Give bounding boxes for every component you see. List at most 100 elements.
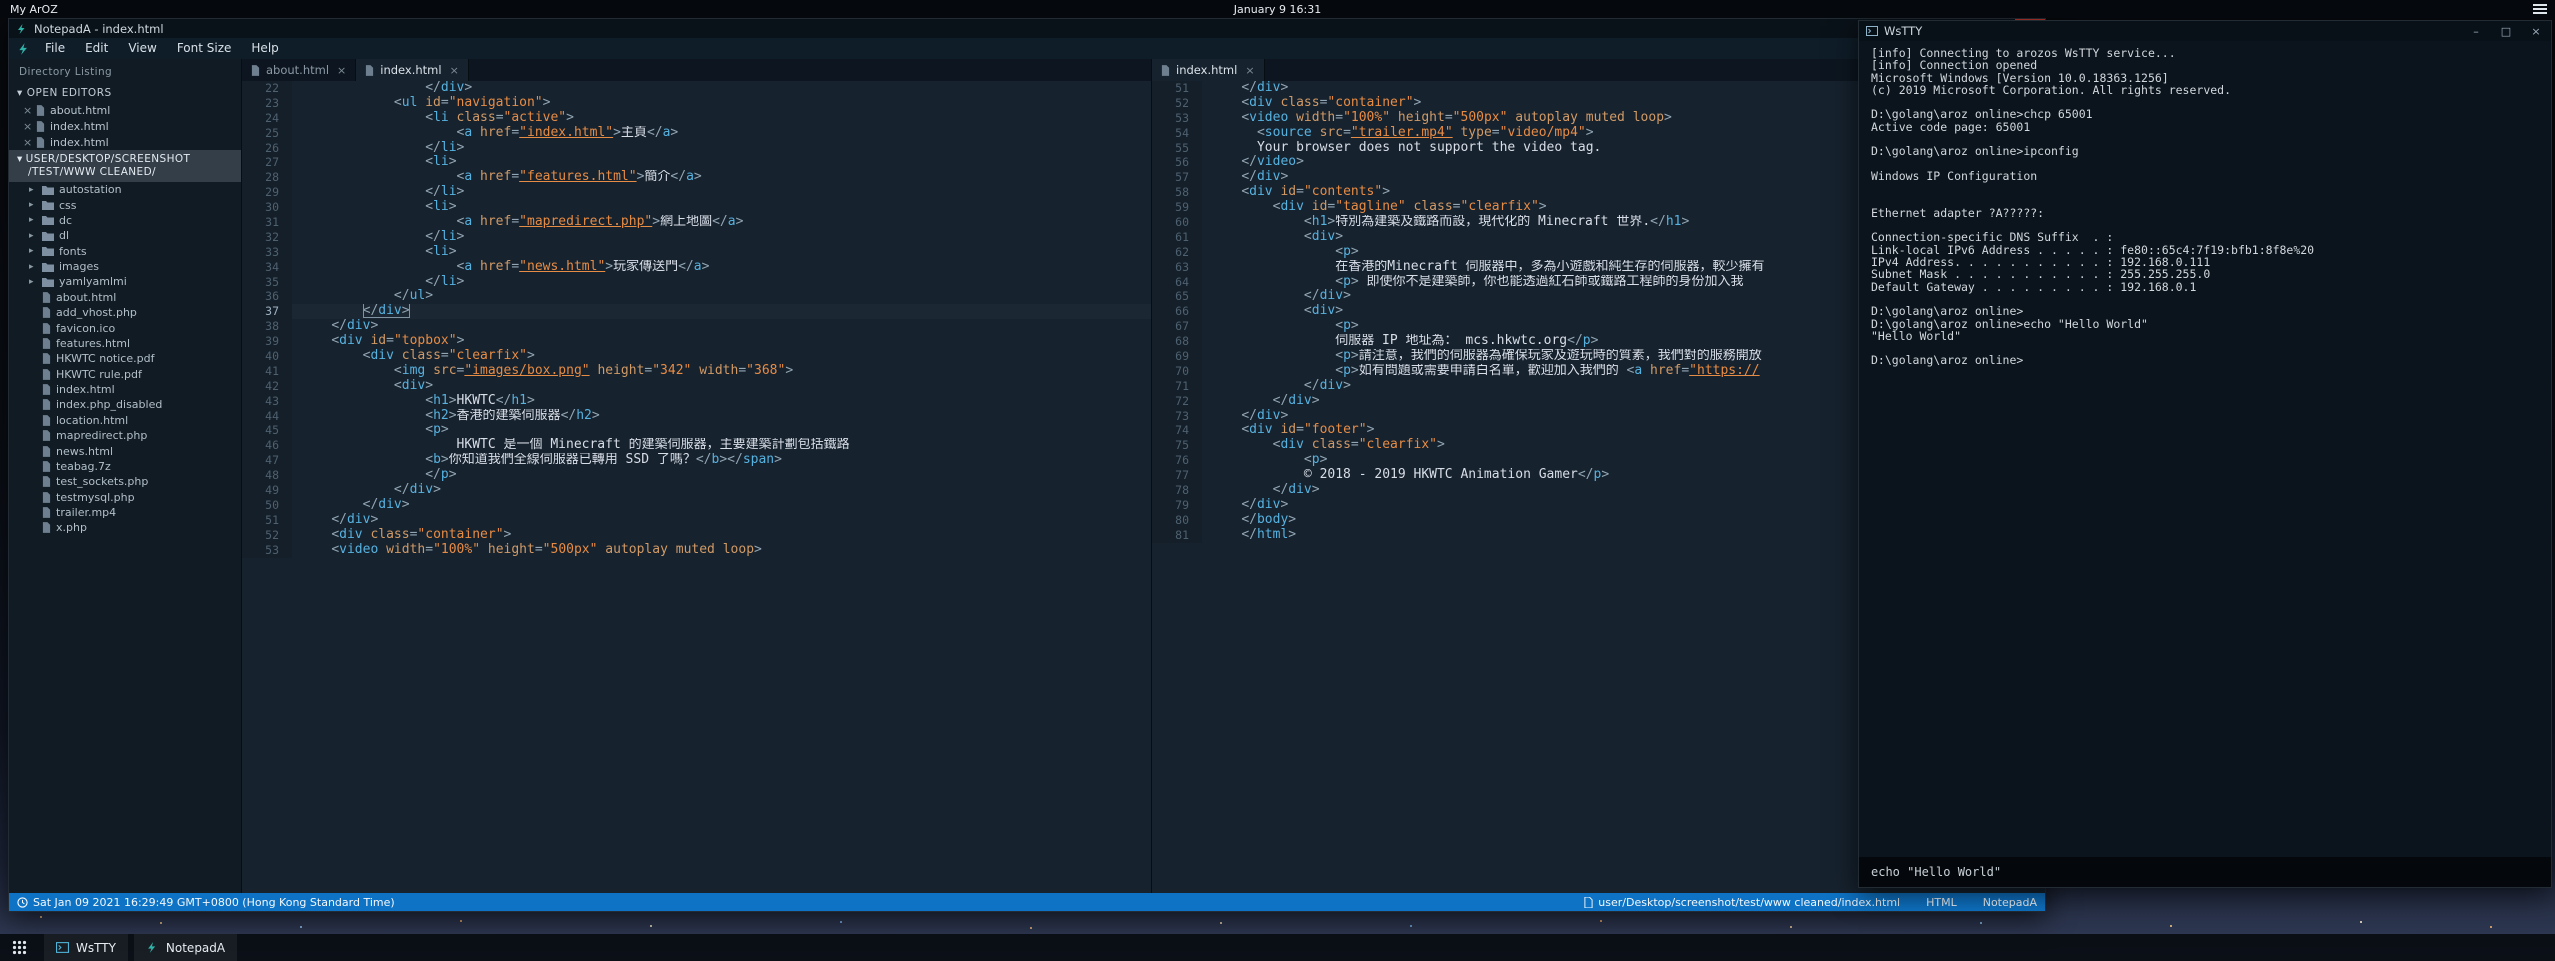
- menu-font-size[interactable]: Font Size: [167, 38, 242, 59]
- tree-folder-css[interactable]: ▸css: [9, 197, 241, 212]
- code-line-48[interactable]: 48 </p>: [242, 468, 1151, 483]
- close-icon[interactable]: ×: [337, 64, 346, 77]
- code-line-45[interactable]: 45 <p>: [242, 423, 1151, 438]
- line-number: 45: [242, 423, 292, 438]
- code-line-26[interactable]: 26 </li>: [242, 141, 1151, 156]
- code-line-30[interactable]: 30 <li>: [242, 200, 1151, 215]
- statusbar-language[interactable]: HTML: [1926, 896, 1957, 909]
- code-line-31[interactable]: 31 <a href="mapredirect.php">網上地圖</a>: [242, 215, 1151, 230]
- code-line-27[interactable]: 27 <li>: [242, 155, 1151, 170]
- code-line-25[interactable]: 25 <a href="index.html">主頁</a>: [242, 126, 1151, 141]
- code-line-24[interactable]: 24 <li class="active">: [242, 111, 1151, 126]
- open-editors-section[interactable]: ▾ OPEN EDITORS: [9, 84, 241, 102]
- code-line-49[interactable]: 49 </div>: [242, 483, 1151, 498]
- open-editor-item[interactable]: ×index.html: [9, 134, 241, 150]
- tree-file-index.php_disabled[interactable]: index.php_disabled: [9, 397, 241, 412]
- code-line-53[interactable]: 53 <video width="100%" height="500px" au…: [242, 543, 1151, 558]
- tree-folder-yamlyamlmi[interactable]: ▸yamlyamlmi: [9, 274, 241, 289]
- line-number: 29: [242, 185, 292, 200]
- close-icon[interactable]: ×: [23, 136, 31, 149]
- hamburger-menu-icon[interactable]: [2533, 4, 2547, 16]
- system-top-bar: My ArOZ January 9 16:31: [0, 0, 2555, 18]
- tree-file-testmysql.php[interactable]: testmysql.php: [9, 490, 241, 505]
- code-line-33[interactable]: 33 <li>: [242, 245, 1151, 260]
- code-line-39[interactable]: 39 <div id="topbox">: [242, 334, 1151, 349]
- tree-file-HKWTC rule.pdf[interactable]: HKWTC rule.pdf: [9, 367, 241, 382]
- menu-view[interactable]: View: [118, 38, 166, 59]
- tree-file-test_sockets.php[interactable]: test_sockets.php: [9, 474, 241, 489]
- tree-file-mapredirect.php[interactable]: mapredirect.php: [9, 428, 241, 443]
- tree-folder-fonts[interactable]: ▸fonts: [9, 244, 241, 259]
- tree-file-about.html[interactable]: about.html: [9, 290, 241, 305]
- code-line-40[interactable]: 40 <div class="clearfix">: [242, 349, 1151, 364]
- terminal-output[interactable]: [info] Connecting to arozos WsTTY servic…: [1859, 41, 2551, 857]
- code-line-46[interactable]: 46 HKWTC 是一個 Minecraft 的建築伺服器，主要建築計劃包括鐵路: [242, 438, 1151, 453]
- tab-index.html[interactable]: index.html×: [356, 59, 469, 81]
- code-line-29[interactable]: 29 </li>: [242, 185, 1151, 200]
- open-editor-item[interactable]: ×about.html: [9, 102, 241, 118]
- code-line-37[interactable]: 37 </div>: [242, 304, 1151, 319]
- line-number: 34: [242, 260, 292, 275]
- tree-file-location.html[interactable]: location.html: [9, 413, 241, 428]
- notepada-titlebar[interactable]: NotepadA - index.html – □ ×: [9, 19, 2045, 38]
- tree-file-HKWTC notice.pdf[interactable]: HKWTC notice.pdf: [9, 351, 241, 366]
- tab-index.html[interactable]: index.html×: [1152, 59, 1265, 81]
- taskbar-item-wstty[interactable]: WsTTY: [44, 934, 128, 961]
- maximize-icon[interactable]: □: [2491, 21, 2521, 41]
- open-editor-item[interactable]: ×index.html: [9, 118, 241, 134]
- menu-help[interactable]: Help: [241, 38, 288, 59]
- code-line-51[interactable]: 51 </div>: [242, 513, 1151, 528]
- tree-folder-dl[interactable]: ▸dl: [9, 228, 241, 243]
- tree-file-favicon.ico[interactable]: favicon.ico: [9, 320, 241, 335]
- code-line-42[interactable]: 42 <div>: [242, 379, 1151, 394]
- statusbar-appname[interactable]: NotepadA: [1983, 896, 2037, 909]
- code-line-44[interactable]: 44 <h2>香港的建築伺服器</h2>: [242, 409, 1151, 424]
- line-number: 50: [242, 498, 292, 513]
- tree-file-features.html[interactable]: features.html: [9, 336, 241, 351]
- code-line-52[interactable]: 52 <div class="container">: [242, 528, 1151, 543]
- code-line-28[interactable]: 28 <a href="features.html">簡介</a>: [242, 170, 1151, 185]
- chevron-right-icon: ▸: [29, 231, 37, 241]
- close-icon[interactable]: ×: [1245, 64, 1254, 77]
- tree-file-teabag.7z[interactable]: teabag.7z: [9, 459, 241, 474]
- close-icon[interactable]: ×: [450, 64, 459, 77]
- code-editor-left[interactable]: 22 </div>23 <ul id="navigation">24 <li c…: [242, 81, 1151, 893]
- code-line-34[interactable]: 34 <a href="news.html">玩家傳送門</a>: [242, 260, 1151, 275]
- code-line-38[interactable]: 38 </div>: [242, 319, 1151, 334]
- tree-file-news.html[interactable]: news.html: [9, 443, 241, 458]
- statusbar-filepath[interactable]: user/Desktop/screenshot/test/www cleaned…: [1584, 896, 1900, 909]
- code-line-35[interactable]: 35 </li>: [242, 275, 1151, 290]
- code-line-50[interactable]: 50 </div>: [242, 498, 1151, 513]
- close-icon[interactable]: ×: [2521, 21, 2551, 41]
- terminal-line: D:\golang\aroz online>chcp 65001: [1871, 108, 2551, 120]
- tree-file-add_vhost.php[interactable]: add_vhost.php: [9, 305, 241, 320]
- tree-folder-autostation[interactable]: ▸autostation: [9, 182, 241, 197]
- code-line-47[interactable]: 47 <b>你知道我們全線伺服器已轉用 SSD 了嗎？</b></span>: [242, 453, 1151, 468]
- tree-folder-images[interactable]: ▸images: [9, 259, 241, 274]
- chevron-right-icon: ▸: [29, 215, 37, 225]
- wstty-titlebar[interactable]: WsTTY – □ ×: [1859, 21, 2551, 41]
- terminal-input[interactable]: echo "Hello World": [1859, 857, 2551, 887]
- taskbar-item-notepada[interactable]: NotepadA: [134, 934, 237, 961]
- tree-file-x.php[interactable]: x.php: [9, 520, 241, 535]
- code-line-36[interactable]: 36 </ul>: [242, 289, 1151, 304]
- tree-folder-dc[interactable]: ▸dc: [9, 213, 241, 228]
- menu-file[interactable]: File: [35, 38, 75, 59]
- file-icon: [42, 476, 51, 487]
- code-line-41[interactable]: 41 <img src="images/box.png" height="342…: [242, 364, 1151, 379]
- close-icon[interactable]: ×: [23, 120, 31, 133]
- start-menu-icon[interactable]: [0, 934, 38, 961]
- line-number: 77: [1152, 468, 1202, 483]
- workspace-root-item[interactable]: ▾USER/DESKTOP/SCREENSHOT /TEST/WWW CLEAN…: [9, 150, 241, 182]
- code-line-32[interactable]: 32 </li>: [242, 230, 1151, 245]
- code-line-43[interactable]: 43 <h1>HKWTC</h1>: [242, 394, 1151, 409]
- wstty-window: WsTTY – □ × [info] Connecting to arozos …: [1858, 20, 2552, 888]
- minimize-icon[interactable]: –: [2461, 21, 2491, 41]
- code-line-22[interactable]: 22 </div>: [242, 81, 1151, 96]
- tree-file-index.html[interactable]: index.html: [9, 382, 241, 397]
- tree-file-trailer.mp4[interactable]: trailer.mp4: [9, 505, 241, 520]
- code-line-23[interactable]: 23 <ul id="navigation">: [242, 96, 1151, 111]
- menu-edit[interactable]: Edit: [75, 38, 118, 59]
- tab-about.html[interactable]: about.html×: [242, 59, 356, 81]
- close-icon[interactable]: ×: [23, 104, 31, 117]
